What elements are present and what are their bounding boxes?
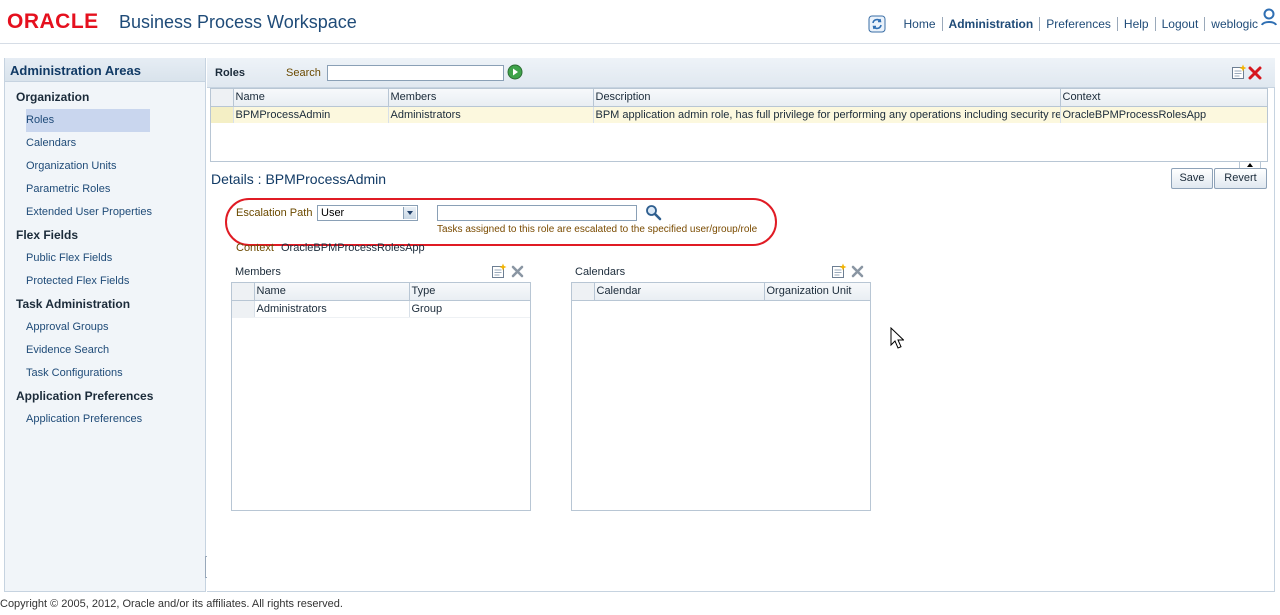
revert-button[interactable]: Revert [1214, 168, 1267, 189]
row-header[interactable] [232, 300, 255, 318]
nav-home-link[interactable]: Home [904, 17, 936, 31]
roles-search-input[interactable] [327, 65, 504, 81]
role-context-cell: OracleBPMProcessRolesApp [1060, 106, 1267, 123]
section-flex-fields: Flex Fields [16, 228, 79, 242]
oracle-logo: ORACLE [7, 10, 99, 33]
column-header-members[interactable]: Members [388, 89, 594, 107]
details-title: Details : BPMProcessAdmin [211, 171, 387, 187]
roles-toolbar: Roles Search [207, 58, 1275, 88]
section-organization: Organization [16, 90, 90, 104]
sync-icon[interactable] [868, 15, 886, 33]
current-user-link[interactable]: weblogic [1211, 17, 1258, 31]
member-name-cell: Administrators [254, 300, 410, 318]
sidebar-item-task-configurations[interactable]: Task Configurations [5, 362, 205, 385]
row-header[interactable] [211, 106, 234, 123]
sidebar-item-application-preferences[interactable]: Application Preferences [5, 408, 205, 431]
nav-help-link[interactable]: Help [1124, 17, 1149, 31]
add-member-icon[interactable] [491, 263, 507, 279]
panel-title: Administration Areas [5, 58, 205, 82]
column-header-type[interactable]: Type [409, 283, 530, 301]
app-title: Business Process Workspace [119, 12, 357, 32]
administration-areas-panel: Administration Areas Organization Roles … [4, 58, 206, 592]
search-label: Search [286, 67, 321, 79]
top-header: ORACLE Business Process Workspace Home A… [0, 0, 1280, 44]
nav-divider [1116, 17, 1118, 31]
copyright-footer: Copyright © 2005, 2012, Oracle and/or it… [0, 598, 343, 610]
roles-title: Roles [215, 67, 245, 79]
column-header-name[interactable]: Name [254, 283, 410, 301]
column-header-description[interactable]: Description [593, 89, 1061, 107]
members-title: Members [235, 266, 281, 278]
nav-preferences-link[interactable]: Preferences [1046, 17, 1111, 31]
nav-divider [1204, 17, 1206, 31]
section-application-preferences: Application Preferences [16, 389, 154, 403]
chevron-down-icon[interactable] [403, 207, 416, 219]
save-button[interactable]: Save [1171, 168, 1213, 189]
remove-calendar-icon[interactable] [851, 265, 864, 278]
calendars-table: Calendar Organization Unit [571, 282, 871, 511]
go-search-icon[interactable] [507, 64, 523, 80]
user-status-icon [1261, 8, 1277, 26]
sidebar-item-organization-units[interactable]: Organization Units [5, 155, 205, 178]
sidebar-item-evidence-search[interactable]: Evidence Search [5, 339, 205, 362]
column-header-organization-unit[interactable]: Organization Unit [764, 283, 870, 301]
sidebar-item-approval-groups[interactable]: Approval Groups [5, 316, 205, 339]
create-role-icon[interactable] [1231, 64, 1247, 80]
sidebar-item-extended-user-properties[interactable]: Extended User Properties [5, 201, 205, 224]
escalation-path-select[interactable]: User [317, 205, 418, 221]
table-row[interactable]: Administrators Group [232, 300, 530, 318]
nav-divider [1039, 17, 1041, 31]
global-nav: Home Administration Preferences Help Log… [868, 15, 1258, 33]
column-header-calendar[interactable]: Calendar [594, 283, 765, 301]
escalation-hint: Tasks assigned to this role are escalate… [437, 224, 758, 235]
row-header-corner [211, 89, 234, 107]
sidebar-item-label: Roles [26, 109, 150, 132]
section-task-administration: Task Administration [16, 297, 131, 311]
context-label: Context [236, 242, 274, 254]
column-header-name[interactable]: Name [233, 89, 389, 107]
roles-table: Name Members Description Context BPMProc… [210, 88, 1268, 162]
add-calendar-icon[interactable] [831, 263, 847, 279]
nav-logout-link[interactable]: Logout [1162, 17, 1199, 31]
escalation-path-value: User [321, 207, 345, 219]
role-members-cell: Administrators [388, 106, 594, 123]
column-header-context[interactable]: Context [1060, 89, 1267, 107]
nav-divider [1154, 17, 1156, 31]
sidebar-item-parametric-roles[interactable]: Parametric Roles [5, 178, 205, 201]
nav-administration-link[interactable]: Administration [949, 17, 1034, 31]
role-description-cell: BPM application admin role, has full pri… [593, 106, 1061, 123]
row-header-corner [572, 283, 595, 301]
mouse-pointer-icon [890, 327, 904, 349]
table-row[interactable]: BPMProcessAdmin Administrators BPM appli… [211, 106, 1267, 123]
nav-divider [941, 17, 943, 31]
remove-member-icon[interactable] [511, 265, 524, 278]
sidebar-item-calendars[interactable]: Calendars [5, 132, 205, 155]
search-icon[interactable] [645, 204, 662, 221]
context-value: OracleBPMProcessRolesApp [281, 242, 425, 254]
member-type-cell: Group [409, 300, 530, 318]
delete-role-icon[interactable] [1248, 66, 1262, 80]
escalation-target-input[interactable] [437, 205, 637, 221]
roles-main-area: Roles Search Name Members Description Co… [207, 58, 1275, 592]
members-table: Name Type Administrators Group [231, 282, 531, 511]
calendars-title: Calendars [575, 266, 626, 278]
sidebar-item-public-flex-fields[interactable]: Public Flex Fields [5, 247, 205, 270]
sidebar-item-protected-flex-fields[interactable]: Protected Flex Fields [5, 270, 205, 293]
row-header-corner [232, 283, 255, 301]
role-name-cell: BPMProcessAdmin [233, 106, 389, 123]
escalation-path-label: Escalation Path [236, 207, 313, 219]
sidebar-item-roles[interactable]: Roles [5, 109, 205, 132]
